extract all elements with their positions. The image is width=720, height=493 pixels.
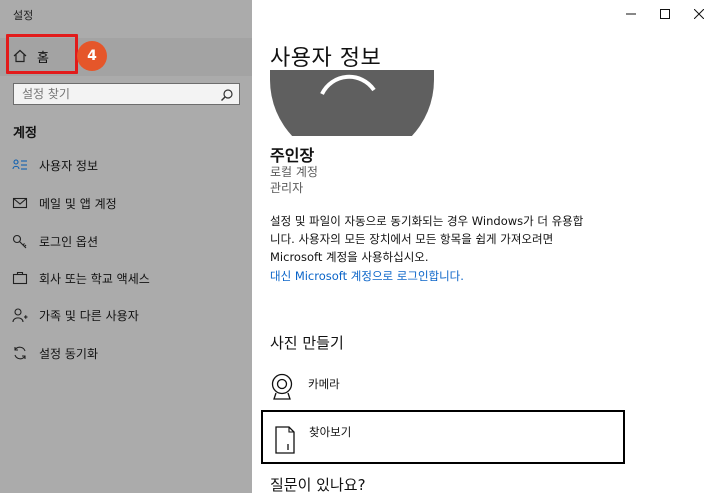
microsoft-signin-link[interactable]: 대신 Microsoft 계정으로 로그인합니다.: [270, 268, 464, 284]
main-content: 사용자 정보 주인장 로컬 계정 관리자 설정 및 파일이 자동으로 동기화되는…: [252, 0, 720, 493]
sidebar: 설정 홈 4 계정 사용자 정보 메일 및 앱 계정 로그인 옵션: [0, 0, 252, 493]
sync-icon: [12, 345, 28, 361]
person-card-icon: [12, 157, 28, 173]
group-label: 계정: [13, 126, 37, 141]
account-type: 로컬 계정: [270, 165, 318, 179]
sidebar-item-sync-settings[interactable]: 설정 동기화: [0, 336, 252, 370]
sidebar-item-email-accounts[interactable]: 메일 및 앱 계정: [0, 186, 252, 220]
search-input[interactable]: [22, 87, 212, 101]
document-icon: [275, 426, 295, 454]
page-title: 사용자 정보: [270, 46, 382, 71]
camera-icon: [270, 372, 294, 402]
sidebar-item-sign-in-options[interactable]: 로그인 옵션: [0, 224, 252, 258]
info-line: 설정 및 파일이 자동으로 동기화되는 경우 Windows가 더 유용합: [270, 214, 584, 228]
person-add-icon: [12, 307, 28, 323]
sidebar-item-label: 회사 또는 학교 액세스: [39, 271, 150, 286]
sidebar-item-label: 가족 및 다른 사용자: [39, 308, 139, 323]
briefcase-icon: [12, 270, 28, 286]
sidebar-item-label: 설정 동기화: [39, 346, 99, 361]
browse-button[interactable]: 찾아보기: [261, 410, 625, 464]
mail-icon: [12, 195, 28, 211]
sidebar-item-label: 사용자 정보: [39, 158, 99, 173]
sidebar-item-label: 메일 및 앱 계정: [39, 196, 117, 211]
account-role: 관리자: [270, 181, 304, 195]
step-badge: 4: [77, 41, 107, 71]
browse-label: 찾아보기: [309, 425, 352, 439]
info-line: Microsoft 계정을 사용하십시오.: [270, 250, 429, 264]
close-button[interactable]: [682, 0, 716, 28]
sidebar-item-family-users[interactable]: 가족 및 다른 사용자: [0, 298, 252, 332]
photo-heading: 사진 만들기: [270, 334, 344, 352]
avatar: [270, 70, 434, 136]
sidebar-item-user-info[interactable]: 사용자 정보: [0, 148, 252, 182]
camera-label: 카메라: [308, 377, 340, 391]
search-box[interactable]: [13, 83, 240, 105]
maximize-button[interactable]: [648, 0, 682, 28]
home-highlight-box: [6, 34, 78, 74]
camera-button[interactable]: 카메라: [270, 372, 340, 406]
key-icon: [12, 233, 28, 249]
search-icon[interactable]: [220, 87, 234, 101]
app-title: 설정: [13, 9, 34, 22]
question-heading: 질문이 있나요?: [270, 476, 366, 493]
info-text: 설정 및 파일이 자동으로 동기화되는 경우 Windows가 더 유용합 니다…: [270, 212, 690, 266]
info-line: 니다. 사용자의 모든 장치에서 모든 항목을 쉽게 가져오려면: [270, 232, 554, 246]
sidebar-item-label: 로그인 옵션: [39, 234, 99, 249]
minimize-button[interactable]: [614, 0, 648, 28]
sidebar-item-work-school[interactable]: 회사 또는 학교 액세스: [0, 261, 252, 295]
